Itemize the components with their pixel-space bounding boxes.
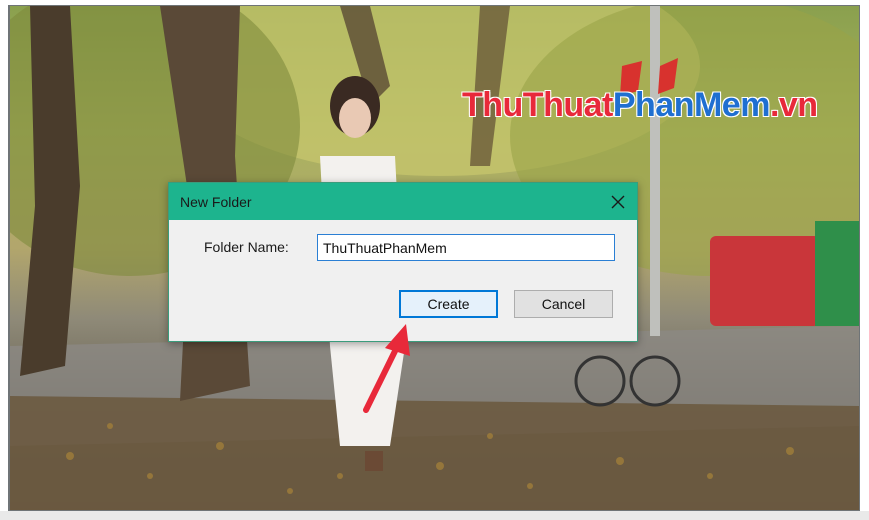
bottom-bar xyxy=(0,511,869,520)
watermark-part3: .vn xyxy=(769,86,818,124)
new-folder-dialog: New Folder Folder Name: Create Cancel xyxy=(168,182,638,342)
close-button[interactable] xyxy=(599,183,637,220)
dialog-title: New Folder xyxy=(180,194,252,210)
close-icon xyxy=(611,195,625,208)
folder-name-input[interactable] xyxy=(317,234,615,261)
folder-name-label: Folder Name: xyxy=(204,239,289,255)
create-button[interactable]: Create xyxy=(399,290,498,318)
cancel-button[interactable]: Cancel xyxy=(514,290,613,318)
watermark-part1: ThuThuat xyxy=(462,86,613,124)
dialog-titlebar[interactable]: New Folder xyxy=(169,183,637,220)
watermark-logo: ThuThuatPhanMem.vn xyxy=(462,86,818,125)
watermark-part2: PhanMem xyxy=(612,86,771,124)
